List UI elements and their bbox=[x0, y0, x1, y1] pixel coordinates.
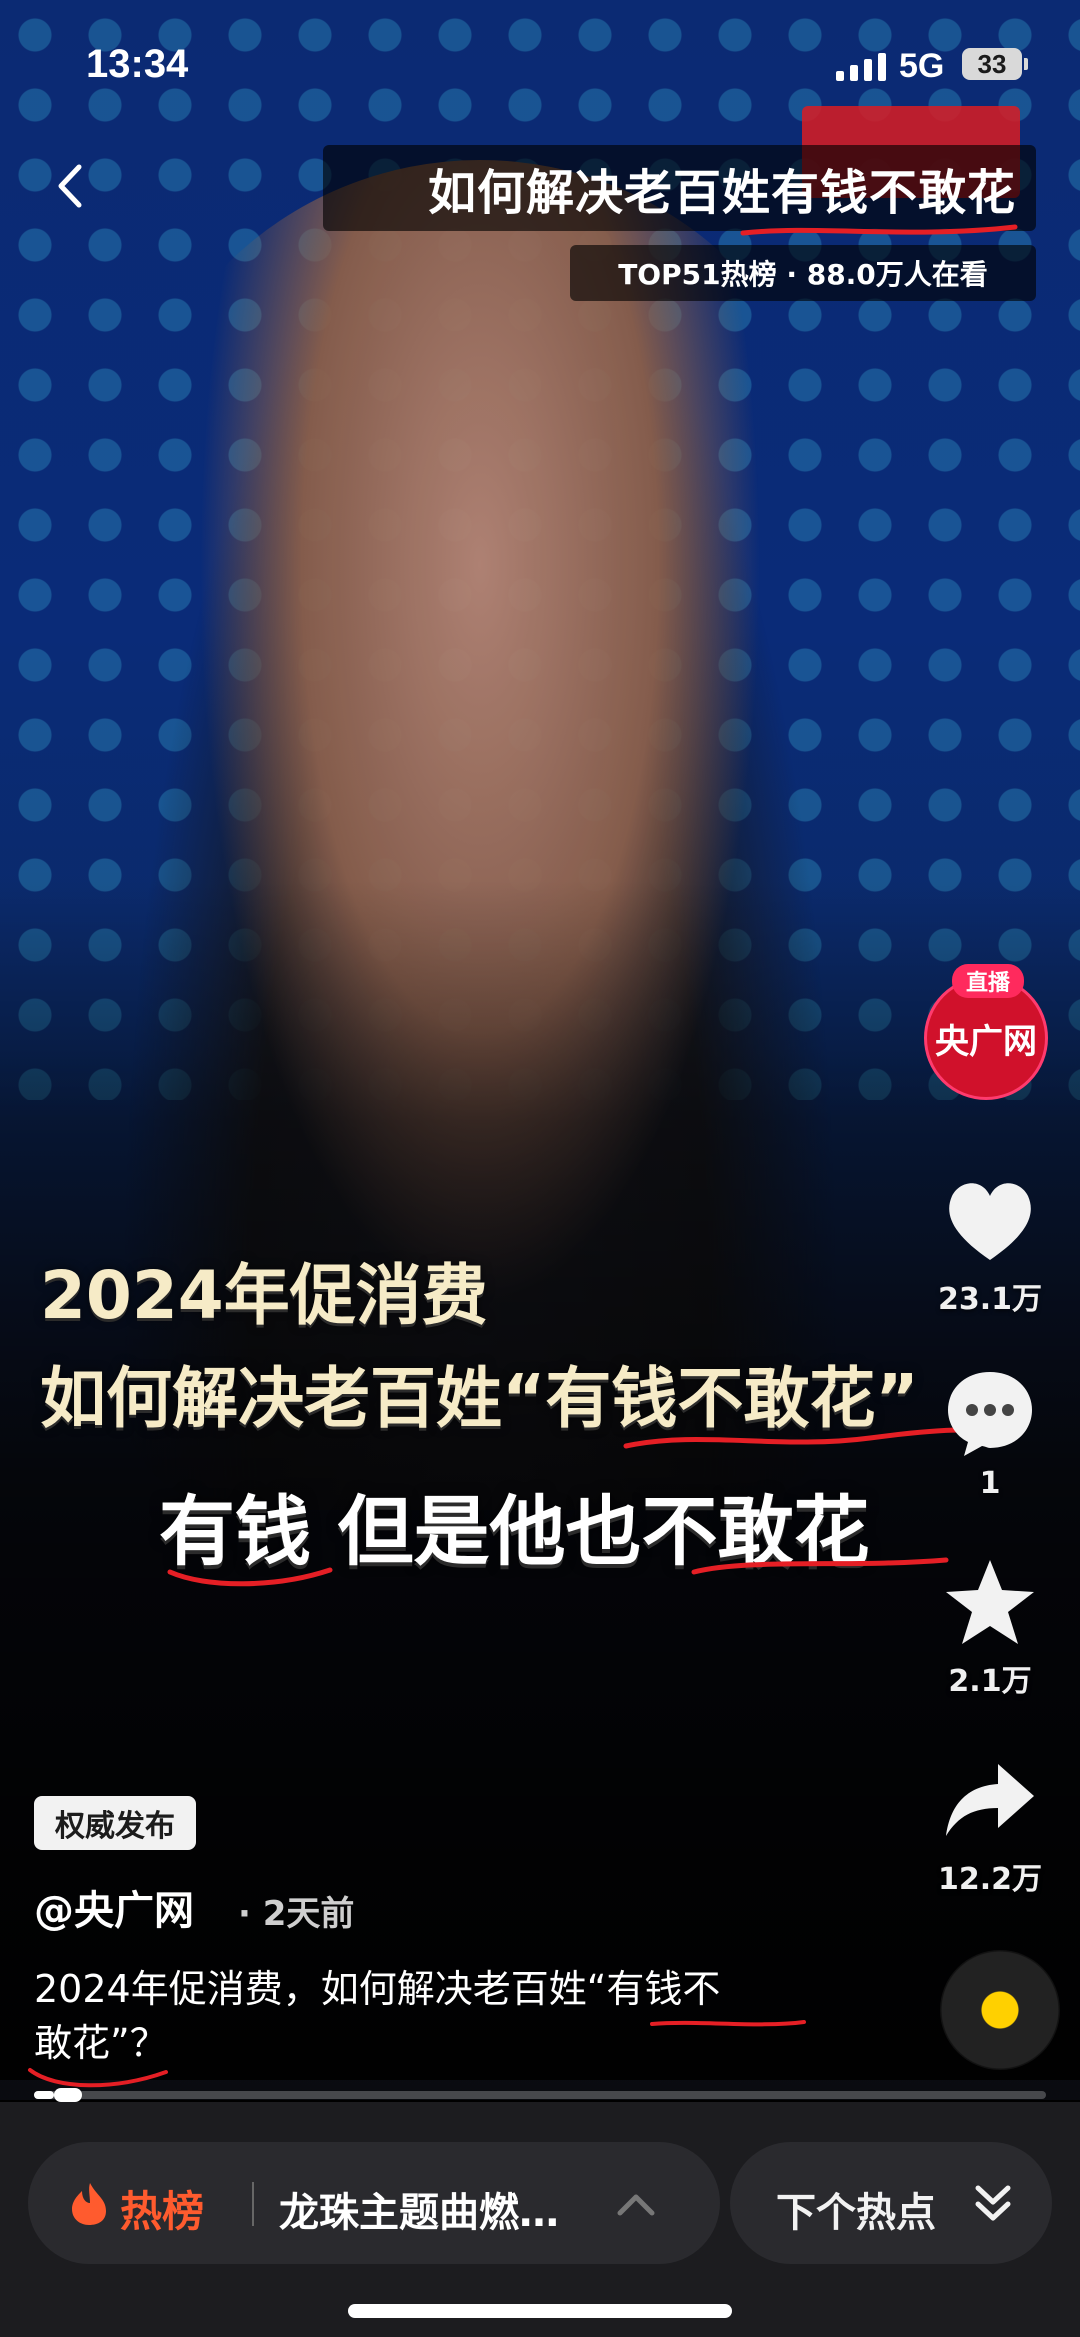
heart-icon bbox=[949, 1183, 1031, 1260]
caption-annotation-underline-2 bbox=[167, 1567, 333, 1587]
share-button[interactable]: 12.2万 bbox=[910, 1756, 1070, 1898]
back-icon[interactable] bbox=[46, 163, 92, 209]
live-badge: 直播 bbox=[952, 964, 1024, 998]
video-caption-line1: 2024年促消费 bbox=[40, 1257, 488, 1334]
comment-count: 1 bbox=[979, 1466, 1001, 1501]
post-description-line1[interactable]: 2024年促消费，如何解决老百姓“有钱不 bbox=[34, 1962, 914, 2016]
chevron-up-icon[interactable] bbox=[614, 2187, 658, 2221]
home-indicator[interactable] bbox=[348, 2304, 732, 2318]
next-hot-label[interactable]: 下个热点 bbox=[776, 2180, 936, 2238]
share-icon bbox=[946, 1764, 1034, 1836]
hot-list-label[interactable]: 热榜 bbox=[120, 2178, 204, 2239]
authority-badge: 权威发布 bbox=[34, 1796, 196, 1850]
post-time: · 2天前 bbox=[238, 1894, 355, 1934]
favorite-button[interactable]: 2.1万 bbox=[910, 1556, 1070, 1700]
hot-topic-text[interactable]: 龙珠主题曲燃… bbox=[279, 2180, 579, 2238]
progress-track[interactable] bbox=[34, 2091, 1046, 2099]
progress-knob[interactable] bbox=[54, 2088, 82, 2102]
status-bar: 13:34 5G 33 bbox=[0, 0, 1080, 120]
progress-fill bbox=[34, 2091, 54, 2099]
divider bbox=[252, 2182, 254, 2226]
status-time: 13:34 bbox=[86, 42, 189, 86]
double-chevron-down-icon[interactable] bbox=[968, 2180, 1018, 2228]
like-count: 23.1万 bbox=[937, 1282, 1043, 1317]
author-avatar[interactable]: 央广网 直播 bbox=[924, 964, 1054, 1106]
trending-info[interactable]: TOP51热榜 · 88.0万人在看 bbox=[570, 245, 1036, 301]
signal-icon bbox=[836, 53, 886, 81]
battery-icon: 33 bbox=[962, 48, 1028, 80]
favorite-count: 2.1万 bbox=[948, 1664, 1032, 1699]
star-icon bbox=[946, 1560, 1034, 1644]
comment-icon bbox=[948, 1372, 1032, 1456]
desc-annotation-underline-2 bbox=[28, 2068, 168, 2088]
title-annotation-underline bbox=[740, 224, 1018, 236]
video-title: 如何解决老百姓有钱不敢花 bbox=[323, 145, 1036, 231]
like-button[interactable]: 23.1万 bbox=[910, 1176, 1070, 1318]
author-name[interactable]: @央广网 bbox=[34, 1878, 194, 1936]
share-count: 12.2万 bbox=[937, 1862, 1043, 1897]
comment-button[interactable]: 1 bbox=[910, 1366, 1070, 1501]
desc-annotation-underline-1 bbox=[650, 2020, 806, 2027]
network-type: 5G bbox=[899, 47, 945, 85]
music-disc-icon[interactable] bbox=[940, 1950, 1060, 2070]
flame-icon bbox=[72, 2183, 106, 2225]
